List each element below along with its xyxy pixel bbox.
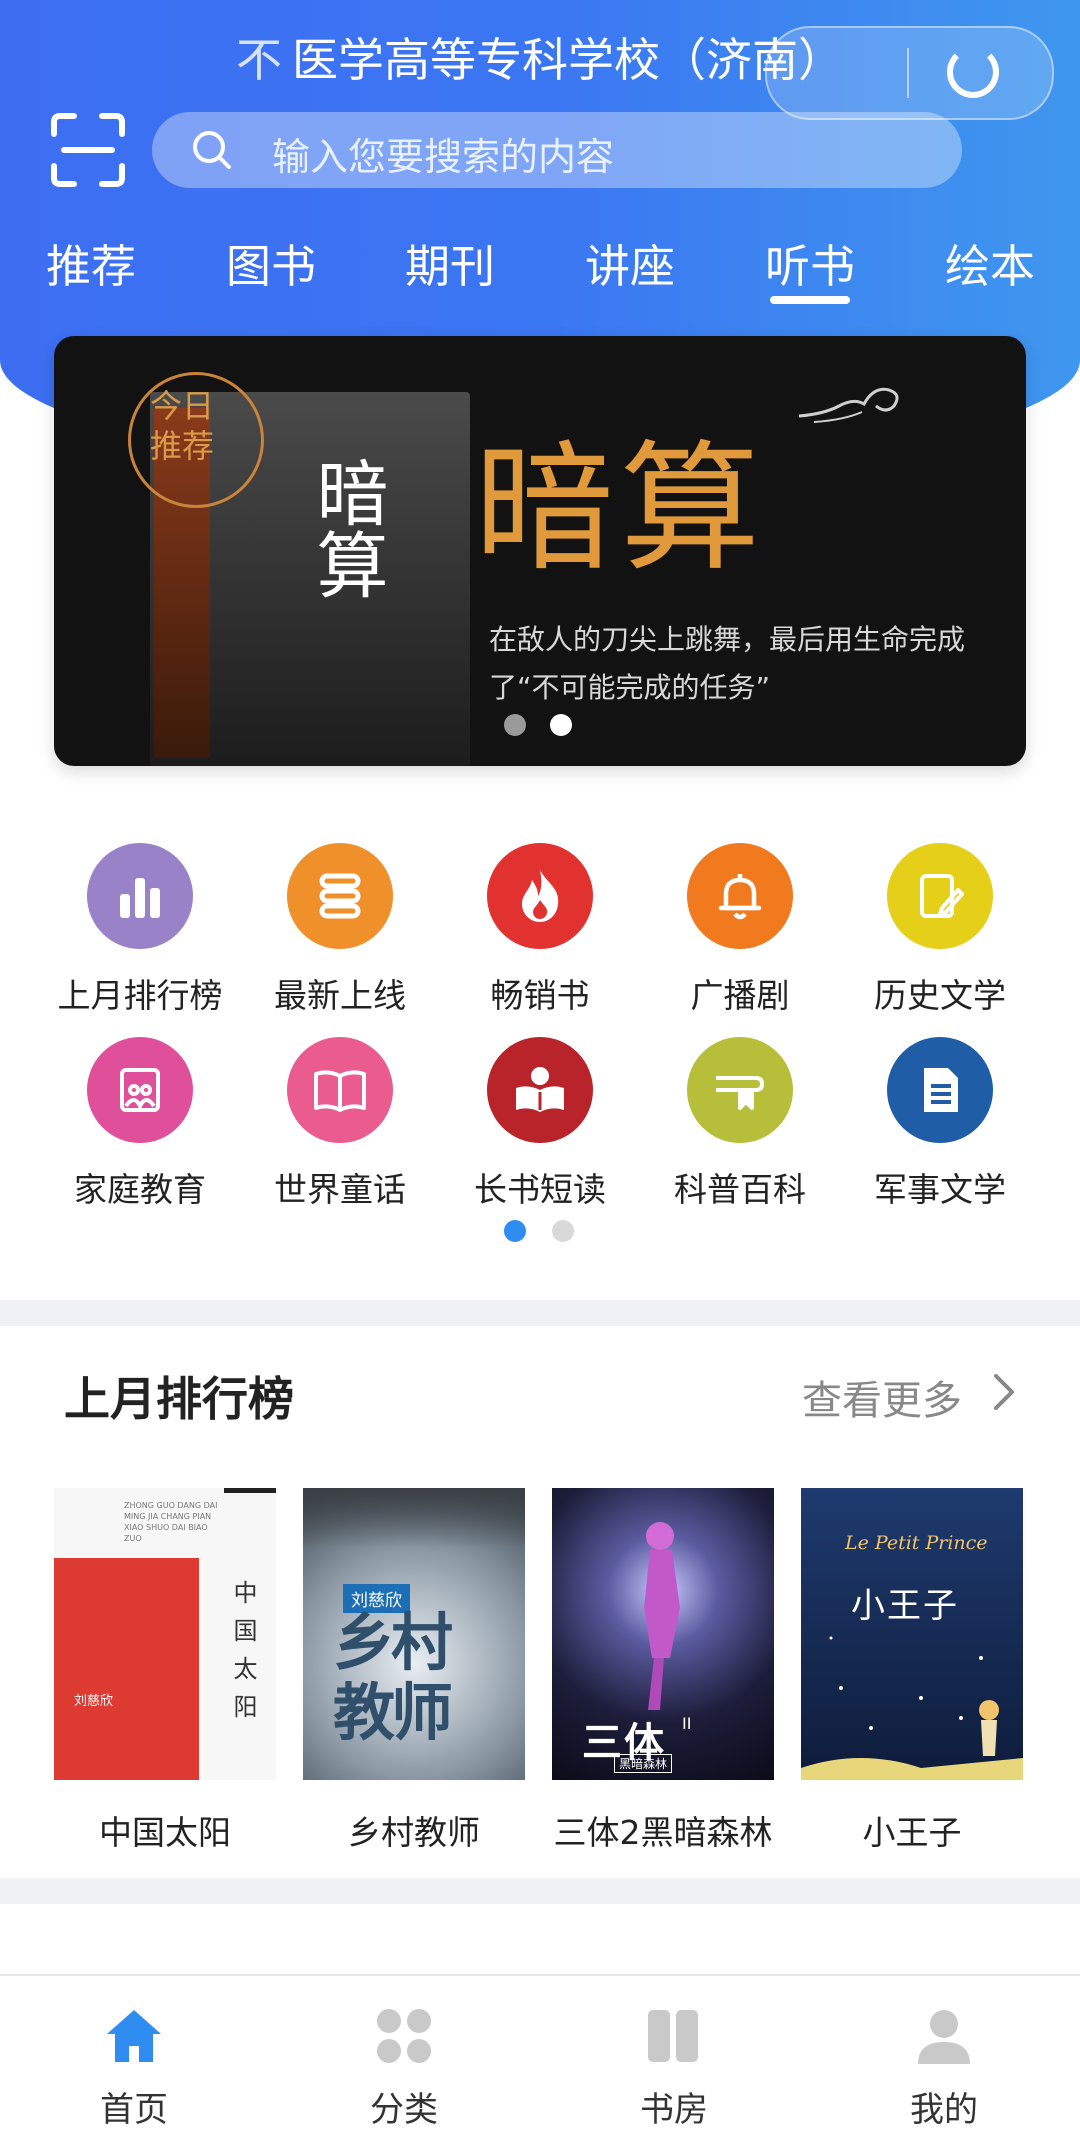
mini-program-capsule[interactable] (765, 26, 1054, 120)
book-cover-roman: ZHONG GUO DANG DAI MING JIA CHANG PIAN X… (124, 1501, 218, 1543)
today-recommend-badge: 今日推荐 (150, 387, 215, 465)
book-cover[interactable]: 三体 II 黑暗森林 (552, 1488, 774, 1780)
book-cover-title: 中国太阳 (229, 1580, 257, 1732)
book-title: 三体2黑暗森林 (553, 1813, 773, 1852)
tab-lectures[interactable]: 讲座 (585, 230, 675, 295)
close-circle-icon[interactable] (947, 46, 999, 98)
category-label: 广播剧 (690, 976, 790, 1015)
category-item[interactable]: 历史文学 (850, 843, 1030, 1017)
grid-page-dot-active[interactable] (504, 1220, 526, 1242)
category-item[interactable]: 家庭教育 (50, 1037, 230, 1211)
search-input[interactable]: 输入您要搜索的内容 (152, 112, 962, 188)
tab-recommend[interactable]: 推荐 (46, 230, 136, 295)
open-book-icon (287, 1037, 393, 1143)
category-item[interactable]: 畅销书 (450, 843, 630, 1017)
user-icon (918, 2010, 970, 2064)
category-item[interactable]: 军事文学 (850, 1037, 1030, 1211)
title-text: 医学高等专科学校（济南） (292, 33, 844, 87)
category-label: 历史文学 (874, 976, 1006, 1015)
category-label: 世界童话 (274, 1170, 406, 1209)
cover-stars (801, 1636, 1023, 1780)
category-item[interactable]: 广播剧 (650, 843, 830, 1017)
book-cover-title: 乡村教师 (333, 1606, 453, 1749)
banner-title: 暗算 (474, 428, 767, 591)
section-divider (0, 1878, 1080, 1904)
notebook-pen-icon (887, 843, 993, 949)
bell-icon (687, 843, 793, 949)
banner-cover-title: 暗算 (304, 456, 388, 600)
book-title: 中国太阳 (99, 1813, 231, 1852)
category-label: 军事文学 (874, 1170, 1006, 1209)
book-title: 小王子 (862, 1813, 962, 1852)
category-item[interactable]: 世界童话 (250, 1037, 430, 1211)
cover-bar (224, 1488, 276, 1493)
nav-mine[interactable]: 我的 (864, 2006, 1024, 2131)
nav-bookshelf[interactable]: 书房 (594, 2006, 754, 2131)
document-icon (887, 1037, 993, 1143)
tab-books[interactable]: 图书 (226, 230, 316, 295)
category-item[interactable]: 上月排行榜 (50, 843, 230, 1017)
category-item[interactable]: 最新上线 (250, 843, 430, 1017)
book-cover[interactable]: ZHONG GUO DANG DAI MING JIA CHANG PIAN X… (54, 1488, 276, 1780)
cloud-ornament-icon (798, 387, 899, 423)
scan-icon[interactable] (50, 112, 126, 188)
category-label: 科普百科 (674, 1170, 806, 1209)
search-placeholder: 输入您要搜索的内容 (272, 135, 615, 179)
active-tab-indicator (770, 296, 850, 304)
book-cover[interactable]: 刘慈欣 乡村教师 (303, 1488, 525, 1780)
section-divider (0, 1300, 1080, 1326)
chevron-right-icon[interactable] (992, 1372, 1016, 1412)
search-icon (193, 131, 231, 169)
book-title: 乡村教师 (348, 1813, 480, 1852)
banner-desc-line1: 在敌人的刀尖上跳舞，最后用生命完成 (489, 623, 966, 656)
stack-icon (287, 843, 393, 949)
book-cover-numeral: II (682, 1714, 692, 1733)
banner-dot-1[interactable] (504, 714, 526, 736)
cover-shade (303, 1488, 525, 1548)
category-label: 长书短读 (474, 1170, 606, 1209)
category-label: 上月排行榜 (57, 976, 223, 1015)
nav-label: 我的 (910, 2090, 978, 2130)
title-prefix: 不 (236, 33, 282, 87)
banner-desc-line2: 了“不可能完成的任务” (489, 671, 771, 704)
nav-label: 分类 (370, 2090, 438, 2130)
family-book-icon (87, 1037, 193, 1143)
flame-icon (487, 843, 593, 949)
nav-label: 书房 (640, 2090, 708, 2130)
bookmark-book-icon (687, 1037, 793, 1143)
home-icon (107, 2010, 161, 2062)
section-title: 上月排行榜 (64, 1372, 294, 1426)
bookshelf-icon (648, 2010, 698, 2062)
tab-bar: 推荐 图书 期刊 讲座 听书 绘本 (0, 230, 1080, 300)
category-item[interactable]: 科普百科 (650, 1037, 830, 1211)
banner-dot-2-active[interactable] (550, 714, 572, 736)
tab-journals[interactable]: 期刊 (405, 230, 495, 295)
book-cover-author: 刘慈欣 (74, 1694, 114, 1709)
nav-home[interactable]: 首页 (54, 2006, 214, 2131)
category-label: 家庭教育 (74, 1170, 206, 1209)
book-cover[interactable]: Le Petit Prince 小王子 (801, 1488, 1023, 1780)
category-item[interactable]: 长书短读 (450, 1037, 630, 1211)
grid-icon (377, 2009, 431, 2063)
book-cover-subtitle: 黑暗森林 (614, 1754, 673, 1773)
nav-label: 首页 (100, 2090, 168, 2130)
tab-audiobooks[interactable]: 听书 (765, 230, 855, 295)
bar-chart-icon (87, 843, 193, 949)
nav-category[interactable]: 分类 (324, 2006, 484, 2131)
capsule-divider (907, 48, 909, 98)
category-label: 最新上线 (274, 976, 406, 1015)
tab-picture-books[interactable]: 绘本 (945, 230, 1035, 295)
grid-page-dot[interactable] (552, 1220, 574, 1242)
view-more-link[interactable]: 查看更多 (802, 1368, 962, 1426)
cover-red-block (54, 1558, 199, 1780)
reader-icon (487, 1037, 593, 1143)
bottom-navigation: 首页 分类 书房 我的 (0, 1974, 1080, 2133)
banner-carousel[interactable]: 今日推荐 暗算 暗算 在敌人的刀尖上跳舞，最后用生命完成 了“不可能完成的任务” (54, 336, 1026, 766)
category-label: 畅销书 (490, 976, 590, 1015)
